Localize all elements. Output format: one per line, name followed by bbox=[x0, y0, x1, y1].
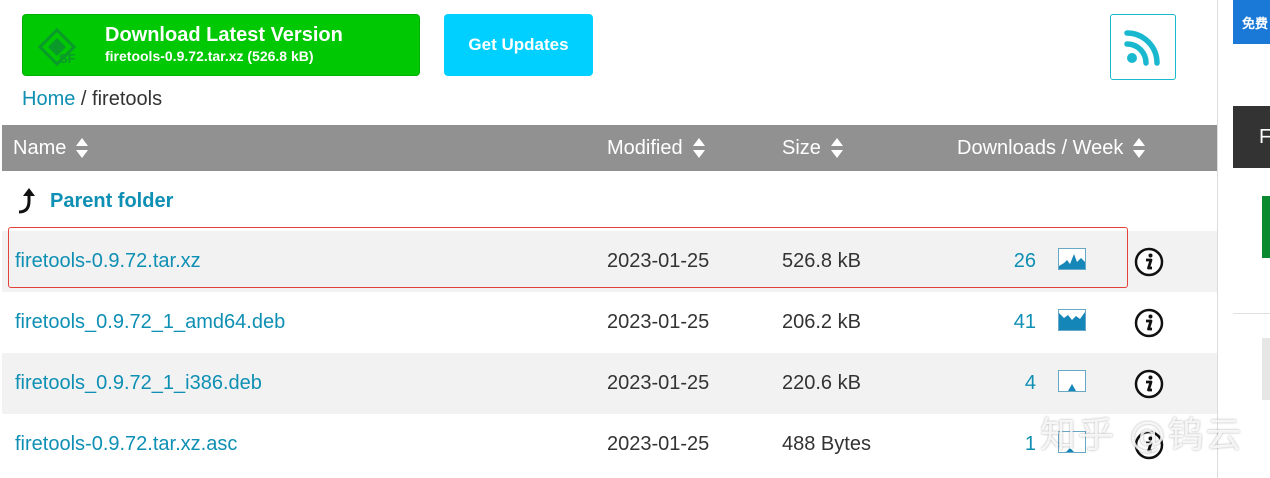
info-icon[interactable] bbox=[1134, 308, 1164, 338]
file-modified: 2023-01-25 bbox=[607, 311, 710, 333]
download-button-title: Download Latest Version bbox=[105, 24, 343, 46]
sidebar-dark-label: F bbox=[1259, 125, 1270, 148]
column-header-downloads[interactable]: Downloads / Week bbox=[957, 125, 1146, 171]
sourceforge-logo-text: SF bbox=[59, 51, 76, 66]
column-header-modified-label: Modified bbox=[607, 136, 683, 159]
sidebar-gray-block bbox=[1262, 338, 1270, 400]
breadcrumb-separator: / bbox=[80, 88, 87, 110]
sourceforge-logo-icon: SF bbox=[37, 27, 77, 67]
file-modified: 2023-01-25 bbox=[607, 372, 710, 394]
breadcrumb-current: firetools bbox=[92, 88, 163, 110]
rss-feed-icon bbox=[1124, 30, 1160, 66]
file-modified: 2023-01-25 bbox=[607, 433, 710, 455]
file-row: firetools-0.9.72.tar.xz.asc 2023-01-25 4… bbox=[2, 414, 1217, 475]
sort-arrows-icon bbox=[830, 138, 843, 158]
sidebar-separator bbox=[1233, 313, 1270, 314]
watermark: 知乎 @钨云 bbox=[1040, 415, 1244, 456]
column-header-size[interactable]: Size bbox=[782, 125, 844, 171]
breadcrumb: Home / firetools bbox=[22, 88, 162, 111]
sidebar-free-badge[interactable]: 免费 bbox=[1233, 0, 1270, 44]
file-size: 220.6 kB bbox=[782, 372, 861, 394]
sort-arrows-icon bbox=[76, 138, 89, 158]
sort-arrows-icon bbox=[692, 138, 705, 158]
up-arrow-icon bbox=[18, 188, 35, 214]
column-header-name[interactable]: Name bbox=[13, 125, 89, 171]
download-button-filename: firetools-0.9.72.tar.xz (526.8 kB) bbox=[105, 48, 314, 64]
file-name-link[interactable]: firetools_0.9.72_1_i386.deb bbox=[15, 353, 262, 414]
sidebar-green-block bbox=[1262, 196, 1270, 258]
file-name-link[interactable]: firetools_0.9.72_1_amd64.deb bbox=[15, 292, 285, 353]
file-downloads-link[interactable]: 1 bbox=[952, 414, 1036, 475]
info-icon[interactable] bbox=[1134, 369, 1164, 399]
file-downloads-link[interactable]: 4 bbox=[952, 353, 1036, 414]
sparkline-chart-icon[interactable] bbox=[1058, 309, 1086, 333]
sidebar-free-label: 免费 bbox=[1242, 15, 1269, 31]
download-latest-button[interactable]: SF Download Latest Version firetools-0.9… bbox=[22, 14, 420, 76]
file-row: firetools_0.9.72_1_amd64.deb 2023-01-25 … bbox=[2, 292, 1217, 353]
info-icon[interactable] bbox=[1134, 247, 1164, 277]
column-header-name-label: Name bbox=[13, 136, 67, 159]
rss-feed-button[interactable] bbox=[1110, 14, 1176, 80]
column-header-downloads-label: Downloads / Week bbox=[957, 136, 1124, 159]
parent-folder-row[interactable]: Parent folder bbox=[2, 171, 1217, 231]
file-row: firetools_0.9.72_1_i386.deb 2023-01-25 2… bbox=[2, 353, 1217, 414]
get-updates-button[interactable]: Get Updates bbox=[444, 14, 593, 76]
sidebar-dark-panel[interactable]: F bbox=[1233, 106, 1270, 168]
column-header-size-label: Size bbox=[782, 136, 821, 159]
file-name-link[interactable]: firetools-0.9.72.tar.xz.asc bbox=[15, 414, 237, 475]
breadcrumb-home-link[interactable]: Home bbox=[22, 88, 75, 110]
files-table-header: Name Modified Size Downloads / Week bbox=[2, 125, 1217, 171]
row-highlight-annotation bbox=[8, 227, 1128, 288]
file-size: 206.2 kB bbox=[782, 311, 861, 333]
file-downloads-link[interactable]: 41 bbox=[952, 292, 1036, 353]
sort-arrows-icon bbox=[1133, 138, 1146, 158]
file-size: 488 Bytes bbox=[782, 433, 871, 455]
column-header-modified[interactable]: Modified bbox=[607, 125, 706, 171]
parent-folder-link[interactable]: Parent folder bbox=[50, 190, 173, 213]
sparkline-chart-icon[interactable] bbox=[1058, 370, 1086, 394]
